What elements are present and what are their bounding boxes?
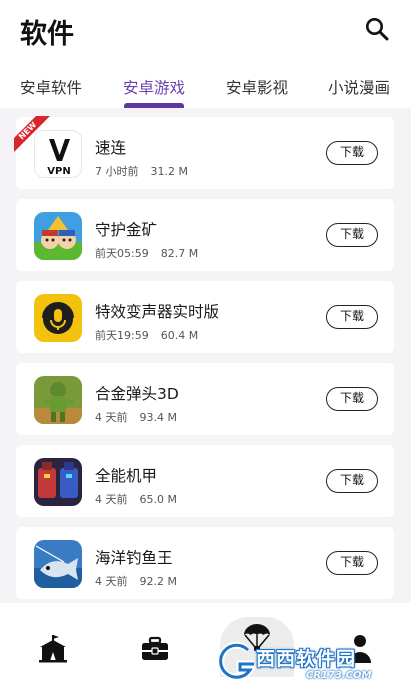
app-meta: 前天19:59 60.4 M	[95, 327, 198, 343]
circus-tent-icon	[39, 635, 67, 663]
app-meta: 4 天前 92.2 M	[95, 573, 177, 589]
download-button[interactable]: 下载	[326, 387, 378, 411]
update-time: 前天05:59	[95, 247, 149, 260]
gold-mine-game-icon	[34, 212, 82, 260]
search-button[interactable]	[362, 14, 392, 44]
file-size: 93.4 M	[139, 411, 177, 424]
update-time: 前天19:59	[95, 329, 149, 342]
watermark-subtext: CR173.COM	[306, 670, 372, 681]
download-button[interactable]: 下载	[326, 469, 378, 493]
page-title: 软件	[20, 19, 74, 50]
download-button[interactable]: 下载	[326, 305, 378, 329]
file-size: 31.2 M	[150, 165, 188, 178]
nav-item-circus[interactable]	[37, 633, 69, 665]
update-time: 4 天前	[95, 493, 128, 506]
file-size: 60.4 M	[160, 329, 199, 342]
app-meta: 前天05:59 82.7 M	[95, 245, 198, 261]
file-size: 92.2 M	[139, 575, 177, 588]
app-name: 合金弹头3D	[95, 385, 179, 403]
list-item[interactable]: VPN 速连 7 小时前 31.2 M 下载	[16, 117, 394, 189]
list-item[interactable]: 全能机甲 4 天前 65.0 M 下载	[16, 445, 394, 517]
download-button[interactable]: 下载	[326, 223, 378, 247]
list-item[interactable]: 合金弹头3D 4 天前 93.4 M 下载	[16, 363, 394, 435]
tab-android-video[interactable]: 安卓影视	[226, 76, 288, 98]
metal-slug-game-icon	[34, 376, 82, 424]
update-time: 4 天前	[95, 575, 128, 588]
voice-changer-app-icon	[34, 294, 82, 342]
active-tab-indicator	[124, 103, 184, 108]
tab-android-games[interactable]: 安卓游戏	[123, 76, 185, 98]
app-name: 全能机甲	[95, 467, 158, 485]
list-item[interactable]: 海洋钓鱼王 4 天前 92.2 M 下载	[16, 527, 394, 599]
category-tabs: 安卓软件 安卓游戏 安卓影视 小说漫画	[0, 72, 411, 108]
toolbox-icon	[142, 636, 168, 660]
list-item[interactable]: 特效变声器实时版 前天19:59 60.4 M 下载	[16, 281, 394, 353]
update-time: 4 天前	[95, 411, 128, 424]
watermark-logo: 西西软件园 CR173.COM	[214, 640, 394, 686]
search-icon	[366, 18, 389, 41]
new-badge: NEW	[14, 116, 60, 162]
file-size: 82.7 M	[160, 247, 199, 260]
app-name: 海洋钓鱼王	[95, 549, 173, 567]
file-size: 65.0 M	[139, 493, 177, 506]
tab-novels-comics[interactable]: 小说漫画	[328, 76, 390, 98]
tab-android-software[interactable]: 安卓软件	[20, 76, 82, 98]
list-item[interactable]: 守护金矿 前天05:59 82.7 M 下载	[16, 199, 394, 271]
app-name: 守护金矿	[95, 221, 158, 239]
app-meta: 7 小时前 31.2 M	[95, 163, 188, 179]
app-header: 软件 安卓软件 安卓游戏 安卓影视 小说漫画	[0, 0, 411, 108]
download-button[interactable]: 下载	[326, 141, 378, 165]
app-meta: 4 天前 93.4 M	[95, 409, 177, 425]
fishing-game-icon	[34, 540, 82, 588]
watermark-text: 西西软件园	[256, 648, 357, 670]
app-name: 速连	[95, 139, 127, 157]
app-name: 特效变声器实时版	[95, 303, 220, 321]
nav-item-toolbox[interactable]	[139, 633, 171, 665]
download-button[interactable]: 下载	[326, 551, 378, 575]
svg-text:VPN: VPN	[47, 166, 70, 177]
app-meta: 4 天前 65.0 M	[95, 491, 177, 507]
update-time: 7 小时前	[95, 165, 139, 178]
mecha-game-icon	[34, 458, 82, 506]
